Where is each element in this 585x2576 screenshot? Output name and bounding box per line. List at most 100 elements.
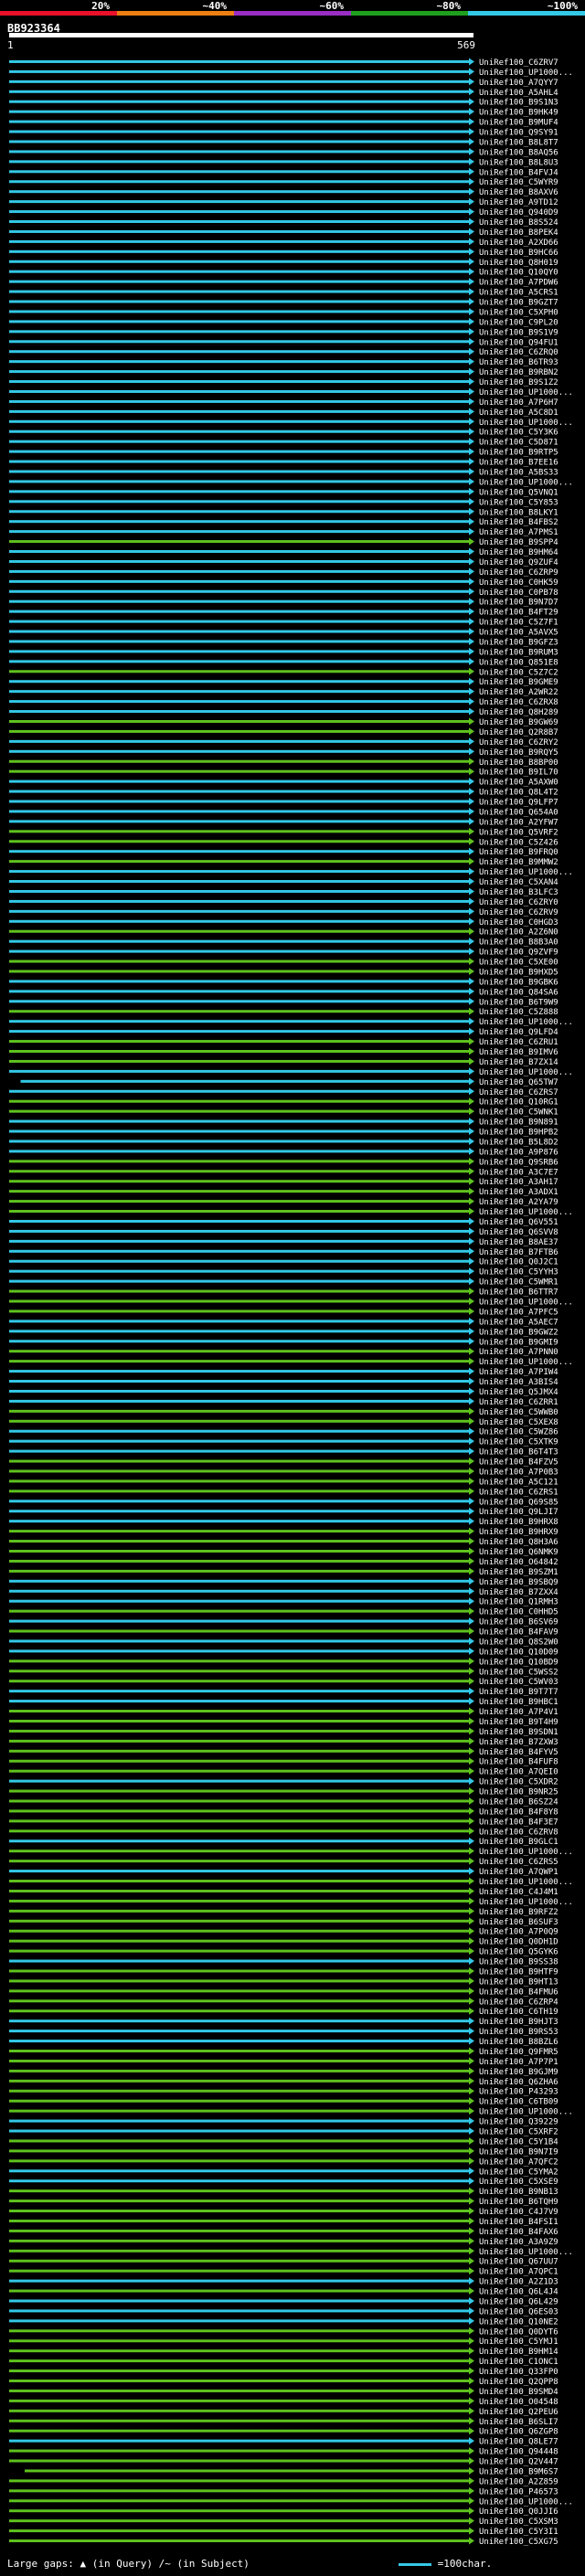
hit-label[interactable]: UniRef100_B8L8U3 xyxy=(479,158,558,167)
hit-label[interactable]: UniRef100_C5WNK1 xyxy=(479,1108,558,1118)
hit-label[interactable]: UniRef100_C0PB78 xyxy=(479,588,558,598)
hit-label[interactable]: UniRef100_C0HGD3 xyxy=(479,918,558,928)
hit-label[interactable]: UniRef100_A3A9Z9 xyxy=(479,2238,558,2247)
hit-label[interactable]: UniRef100_A7QEI0 xyxy=(479,1768,558,1777)
hit-label[interactable]: UniRef100_B9HK49 xyxy=(479,109,558,118)
hit-label[interactable]: UniRef100_UP1000... xyxy=(479,1848,573,1857)
hit-label[interactable]: UniRef100_C5XTK9 xyxy=(479,1438,558,1447)
hit-label[interactable]: UniRef100_B8AQ56 xyxy=(479,148,558,157)
hit-label[interactable]: UniRef100_B9MUF4 xyxy=(479,119,558,128)
hit-label[interactable]: UniRef100_B6SUF3 xyxy=(479,1918,558,1927)
hit-label[interactable]: UniRef100_Q6SVV8 xyxy=(479,1228,558,1237)
hit-label[interactable]: UniRef100_B9HRX9 xyxy=(479,1528,558,1537)
hit-label[interactable]: UniRef100_B4FVJ4 xyxy=(479,168,558,177)
hit-label[interactable]: UniRef100_B5L8D2 xyxy=(479,1138,558,1147)
hit-label[interactable]: UniRef100_A7QWP1 xyxy=(479,1868,558,1877)
hit-label[interactable]: UniRef100_C5XSE9 xyxy=(479,2178,558,2187)
hit-label[interactable]: UniRef100_Q9LFD4 xyxy=(479,1028,558,1037)
hit-label[interactable]: UniRef100_B9N7D7 xyxy=(479,599,558,608)
hit-label[interactable]: UniRef100_A5CRS1 xyxy=(479,289,558,298)
hit-label[interactable]: UniRef100_C5WSS2 xyxy=(479,1668,558,1677)
hit-label[interactable]: UniRef100_Q10D09 xyxy=(479,1648,558,1657)
hit-label[interactable]: UniRef100_C5WYR9 xyxy=(479,178,558,187)
hit-label[interactable]: UniRef100_Q8H289 xyxy=(479,708,558,717)
hit-label[interactable]: UniRef100_B9RUM3 xyxy=(479,648,558,657)
hit-label[interactable]: UniRef100_B9MMW2 xyxy=(479,858,558,867)
hit-label[interactable]: UniRef100_A5AHL4 xyxy=(479,89,558,98)
hit-label[interactable]: UniRef100_B9RTP5 xyxy=(479,449,558,458)
hit-label[interactable]: UniRef100_UP1000... xyxy=(479,2248,573,2257)
hit-label[interactable]: UniRef100_B9S1N3 xyxy=(479,99,558,108)
hit-label[interactable]: UniRef100_UP1000... xyxy=(479,868,573,877)
hit-label[interactable]: UniRef100_B8PEK4 xyxy=(479,228,558,238)
hit-label[interactable]: UniRef100_C5Z7F1 xyxy=(479,619,558,628)
hit-label[interactable]: UniRef100_A3BIS4 xyxy=(479,1378,558,1387)
hit-label[interactable]: UniRef100_C5Y3K6 xyxy=(479,429,558,438)
hit-label[interactable]: UniRef100_B8AXV6 xyxy=(479,188,558,197)
hit-label[interactable]: UniRef100_C5WMR1 xyxy=(479,1278,558,1288)
hit-label[interactable]: UniRef100_B9RQY5 xyxy=(479,748,558,758)
hit-label[interactable]: UniRef100_B6SZ24 xyxy=(479,1797,558,1807)
hit-label[interactable]: UniRef100_C6ZRP4 xyxy=(479,1998,558,2007)
hit-label[interactable]: UniRef100_B6TQH9 xyxy=(479,2198,558,2207)
hit-label[interactable]: UniRef100_B9GZT7 xyxy=(479,299,558,308)
hit-label[interactable]: UniRef100_A7QFC2 xyxy=(479,2157,558,2167)
hit-label[interactable]: UniRef100_A7PDW6 xyxy=(479,279,558,288)
hit-label[interactable]: UniRef100_Q8L4T2 xyxy=(479,789,558,798)
hit-label[interactable]: UniRef100_B8L8T7 xyxy=(479,138,558,147)
hit-label[interactable]: UniRef100_C5WZ86 xyxy=(479,1428,558,1437)
hit-label[interactable]: UniRef100_C9PL20 xyxy=(479,318,558,327)
hit-label[interactable]: UniRef100_B9SZM1 xyxy=(479,1568,558,1577)
hit-label[interactable]: UniRef100_UP1000... xyxy=(479,2497,573,2507)
hit-label[interactable]: UniRef100_C5Y853 xyxy=(479,498,558,507)
hit-label[interactable]: UniRef100_Q8H019 xyxy=(479,259,558,268)
hit-label[interactable]: UniRef100_A2Z859 xyxy=(479,2477,558,2486)
hit-label[interactable]: UniRef100_Q5VNQ1 xyxy=(479,488,558,497)
hit-label[interactable]: UniRef100_B9M6S7 xyxy=(479,2467,558,2476)
hit-label[interactable]: UniRef100_B9HC66 xyxy=(479,249,558,258)
hit-label[interactable]: UniRef100_Q69S85 xyxy=(479,1498,558,1507)
hit-label[interactable]: UniRef100_B9GJM9 xyxy=(479,2068,558,2077)
hit-label[interactable]: UniRef100_C0HHD5 xyxy=(479,1608,558,1617)
hit-label[interactable]: UniRef100_C5XE00 xyxy=(479,959,558,968)
hit-label[interactable]: UniRef100_C6ZRS5 xyxy=(479,1858,558,1867)
hit-label[interactable]: UniRef100_B9GW69 xyxy=(479,718,558,727)
hit-label[interactable]: UniRef100_UP1000... xyxy=(479,1018,573,1027)
hit-label[interactable]: UniRef100_C5XPH0 xyxy=(479,308,558,317)
hit-label[interactable]: UniRef100_C5YMJ1 xyxy=(479,2337,558,2347)
hit-label[interactable]: UniRef100_B9GMI9 xyxy=(479,1338,558,1347)
hit-label[interactable]: UniRef100_A2WR22 xyxy=(479,688,558,697)
hit-label[interactable]: UniRef100_B9HM14 xyxy=(479,2348,558,2357)
hit-label[interactable]: UniRef100_B8BZL6 xyxy=(479,2038,558,2047)
hit-label[interactable]: UniRef100_C6ZRP9 xyxy=(479,568,558,578)
hit-label[interactable]: UniRef100_B9GFZ3 xyxy=(479,638,558,647)
hit-label[interactable]: UniRef100_Q5GYK6 xyxy=(479,1948,558,1957)
hit-label[interactable]: UniRef100_Q0JJI6 xyxy=(479,2507,558,2517)
hit-label[interactable]: UniRef100_B6TR93 xyxy=(479,358,558,367)
hit-label[interactable]: UniRef100_Q9ZVF9 xyxy=(479,949,558,958)
hit-label[interactable]: UniRef100_B8LKY1 xyxy=(479,508,558,517)
hit-label[interactable]: UniRef100_B6SV69 xyxy=(479,1618,558,1627)
hit-label[interactable]: UniRef100_A3C7E7 xyxy=(479,1168,558,1177)
hit-label[interactable]: UniRef100_B4FAX6 xyxy=(479,2228,558,2237)
hit-label[interactable]: UniRef100_UP1000... xyxy=(479,478,573,487)
hit-label[interactable]: UniRef100_UP1000... xyxy=(479,1878,573,1887)
hit-label[interactable]: UniRef100_A5C121 xyxy=(479,1478,558,1487)
hit-label[interactable]: UniRef100_Q1RMH3 xyxy=(479,1598,558,1607)
hit-label[interactable]: UniRef100_A7QYY7 xyxy=(479,79,558,88)
hit-label[interactable]: UniRef100_B8AE37 xyxy=(479,1238,558,1247)
hit-label[interactable]: UniRef100_Q33FP0 xyxy=(479,2368,558,2377)
hit-label[interactable]: UniRef100_Q851E8 xyxy=(479,658,558,667)
hit-label[interactable]: UniRef100_Q10RG1 xyxy=(479,1098,558,1108)
hit-label[interactable]: UniRef100_B9HXD5 xyxy=(479,968,558,977)
hit-label[interactable]: UniRef100_B9SMD4 xyxy=(479,2388,558,2397)
hit-label[interactable]: UniRef100_C6ZRX8 xyxy=(479,698,558,707)
hit-label[interactable]: UniRef100_A2XD66 xyxy=(479,239,558,248)
hit-label[interactable]: UniRef100_C6ZRS7 xyxy=(479,1088,558,1097)
hit-label[interactable]: UniRef100_C5XG75 xyxy=(479,2538,558,2547)
hit-label[interactable]: UniRef100_C5XRF2 xyxy=(479,2128,558,2137)
hit-label[interactable]: UniRef100_B7ZXX4 xyxy=(479,1588,558,1597)
hit-label[interactable]: UniRef100_Q6ZGP8 xyxy=(479,2428,558,2437)
hit-label[interactable]: UniRef100_B9HTF9 xyxy=(479,1967,558,1977)
hit-label[interactable]: UniRef100_A3ADX1 xyxy=(479,1188,558,1197)
